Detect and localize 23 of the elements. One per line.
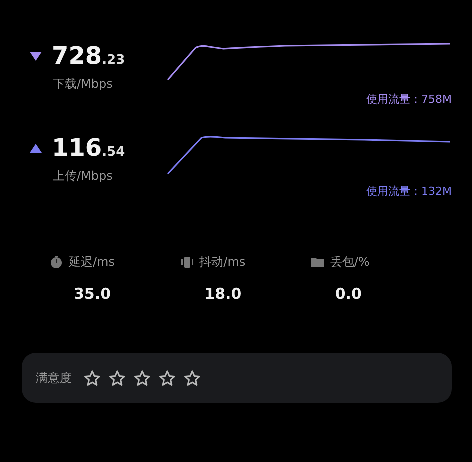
metric-value: 18.0 [204, 285, 242, 303]
metric-label: 丢包/% [330, 254, 370, 271]
speed-label: 上传/Mbps [53, 168, 114, 185]
stopwatch-icon [50, 256, 63, 269]
speed-value: 116 [52, 134, 102, 162]
metric-value: 0.0 [335, 285, 362, 303]
star-icon[interactable] [134, 370, 151, 386]
speed-decimal: .54 [102, 145, 126, 160]
metric-label: 延迟/ms [69, 254, 115, 271]
rating-label: 满意度 [36, 370, 72, 386]
data-usage: 使用流量：758M [366, 92, 452, 107]
speed-label: 下载/Mbps [53, 76, 114, 93]
vibration-icon [180, 256, 194, 269]
star-icon[interactable] [159, 370, 176, 386]
star-icon[interactable] [184, 370, 201, 386]
speed-decimal: .23 [102, 53, 126, 68]
metric-value: 35.0 [74, 285, 112, 303]
star-icon[interactable] [109, 370, 126, 386]
data-usage: 使用流量：132M [366, 184, 452, 199]
folder-icon [311, 256, 324, 269]
metric-label: 抖动/ms [200, 254, 246, 271]
star-icon[interactable] [84, 370, 101, 386]
speed-value: 728 [52, 42, 102, 70]
